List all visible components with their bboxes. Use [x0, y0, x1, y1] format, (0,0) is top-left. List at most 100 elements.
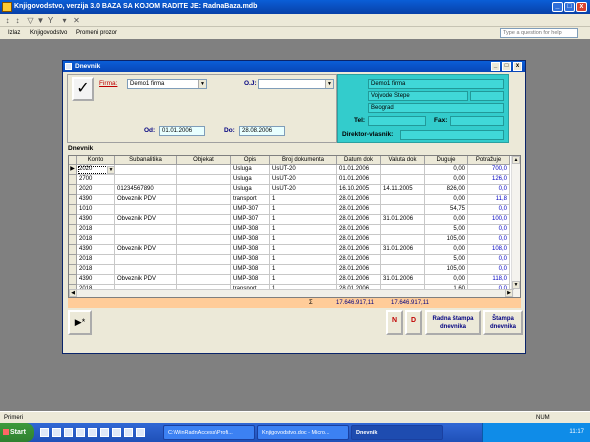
table-cell[interactable]: 0,00	[425, 215, 468, 225]
table-cell[interactable]: 1010	[77, 205, 115, 215]
table-cell[interactable]	[115, 225, 177, 235]
row-selector[interactable]	[69, 215, 77, 225]
vertical-scrollbar[interactable]: ▲ ▼	[511, 156, 520, 297]
column-header[interactable]: Konto	[77, 156, 115, 165]
table-cell[interactable]: 01.01.2006	[337, 175, 381, 185]
table-cell[interactable]: 01.01.2006	[337, 165, 381, 175]
menu-izlaz[interactable]: Izlaz	[8, 27, 20, 39]
table-cell[interactable]: 1	[270, 275, 337, 285]
table-cell[interactable]: 0,00	[425, 175, 468, 185]
table-cell[interactable]: 31.01.2006	[381, 245, 425, 255]
row-selector[interactable]	[69, 245, 77, 255]
outlook-icon[interactable]	[52, 428, 61, 437]
table-cell[interactable]: 5,00	[425, 255, 468, 265]
table-cell[interactable]	[381, 205, 425, 215]
table-cell[interactable]: UMP-308	[231, 235, 270, 245]
table-cell[interactable]: 2018	[77, 225, 115, 235]
table-cell[interactable]: 0,0	[468, 265, 510, 275]
table-cell[interactable]: 54,75	[425, 205, 468, 215]
table-cell[interactable]: 0,00	[425, 165, 468, 175]
excel-icon[interactable]	[124, 428, 133, 437]
table-cell[interactable]	[177, 165, 231, 175]
table-cell[interactable]: 28.01.2006	[337, 275, 381, 285]
table-cell[interactable]: Usluga	[231, 175, 270, 185]
row-selector[interactable]: ▶	[69, 165, 77, 175]
table-cell[interactable]: 4390	[77, 215, 115, 225]
task-explorer[interactable]: C:\WinRadnAccess\Profi...	[163, 425, 255, 440]
table-cell[interactable]: 28.01.2006	[337, 255, 381, 265]
table-cell[interactable]	[381, 165, 425, 175]
close-button[interactable]: x	[576, 2, 587, 12]
table-cell[interactable]: UMP-308	[231, 245, 270, 255]
table-cell[interactable]: 0,0	[468, 255, 510, 265]
table-cell[interactable]	[177, 195, 231, 205]
table-cell[interactable]: 5,00	[425, 225, 468, 235]
table-cell[interactable]: 1	[270, 225, 337, 235]
table-cell[interactable]: 31.01.2006	[381, 275, 425, 285]
chevron-down-icon[interactable]: ▼	[198, 80, 206, 88]
help-search-input[interactable]: Type a question for help	[500, 28, 578, 38]
table-cell[interactable]: Obveznik PDV	[115, 195, 177, 205]
table-cell[interactable]: UMP-307	[231, 205, 270, 215]
table-cell[interactable]	[177, 215, 231, 225]
form-minimize-button[interactable]: _	[491, 62, 500, 71]
chevron-down-icon[interactable]: ▼	[107, 166, 115, 174]
table-cell[interactable]: 105,00	[425, 265, 468, 275]
table-cell[interactable]	[115, 205, 177, 215]
stampa-dnevnika-button[interactable]: Štampa dnevnika	[483, 310, 523, 335]
table-cell[interactable]: 14.11.2005	[381, 185, 425, 195]
table-cell[interactable]: 1	[270, 265, 337, 275]
table-cell[interactable]	[115, 235, 177, 245]
table-cell[interactable]	[381, 265, 425, 275]
quicklaunch-more-icon[interactable]	[136, 428, 145, 437]
table-cell[interactable]: 826,00	[425, 185, 468, 195]
table-cell[interactable]: 2018	[77, 265, 115, 275]
sort-asc-icon[interactable]: ↕	[3, 16, 12, 25]
table-cell[interactable]: 0,0	[468, 225, 510, 235]
start-button[interactable]: Start	[0, 423, 34, 442]
row-selector[interactable]	[69, 255, 77, 265]
form-close-button[interactable]: x	[513, 62, 522, 71]
table-cell[interactable]: 108,0	[468, 245, 510, 255]
table-cell[interactable]	[381, 235, 425, 245]
table-cell[interactable]: UsUT-20	[270, 165, 337, 175]
maximize-button[interactable]: □	[564, 2, 575, 12]
table-cell[interactable]: 11,8	[468, 195, 510, 205]
table-cell[interactable]	[381, 225, 425, 235]
do-date-field[interactable]: 28.08.2006	[239, 126, 285, 136]
table-cell[interactable]: 0,0	[468, 185, 510, 195]
table-cell[interactable]: UMP-308	[231, 225, 270, 235]
table-cell[interactable]: UsUT-20	[270, 185, 337, 195]
confirm-check-button[interactable]: ✓	[72, 77, 94, 101]
table-cell[interactable]: 31.01.2006	[381, 215, 425, 225]
horizontal-scrollbar[interactable]: ◀ ▶	[69, 289, 514, 297]
table-cell[interactable]: 28.01.2006	[337, 215, 381, 225]
table-cell[interactable]: UMP-308	[231, 255, 270, 265]
table-cell[interactable]	[381, 175, 425, 185]
table-cell[interactable]: 126,0	[468, 175, 510, 185]
n-button[interactable]: N	[386, 310, 403, 335]
table-cell[interactable]	[381, 195, 425, 205]
oj-select[interactable]: ▼	[258, 79, 334, 89]
column-header[interactable]: Subanalitika	[115, 156, 177, 165]
explorer-icon[interactable]	[76, 428, 85, 437]
table-cell[interactable]: 4390	[77, 245, 115, 255]
task-word[interactable]: Knjigovodstvo.doc - Micro...	[257, 425, 349, 440]
row-selector[interactable]	[69, 195, 77, 205]
table-cell[interactable]: 2018	[77, 235, 115, 245]
table-cell[interactable]: 28.01.2006	[337, 235, 381, 245]
table-cell[interactable]: 1	[270, 205, 337, 215]
od-date-field[interactable]: 01.01.2006	[159, 126, 205, 136]
chevron-down-icon[interactable]: ▼	[325, 80, 333, 88]
table-cell[interactable]: 105,00	[425, 235, 468, 245]
table-cell[interactable]	[177, 265, 231, 275]
table-cell[interactable]	[177, 205, 231, 215]
table-cell[interactable]	[381, 255, 425, 265]
row-selector[interactable]	[69, 275, 77, 285]
table-cell[interactable]: 0,00	[425, 245, 468, 255]
table-cell[interactable]	[177, 245, 231, 255]
table-cell[interactable]: 2020	[77, 185, 115, 195]
table-cell[interactable]	[177, 255, 231, 265]
table-cell[interactable]: 4390	[77, 195, 115, 205]
row-selector[interactable]	[69, 225, 77, 235]
